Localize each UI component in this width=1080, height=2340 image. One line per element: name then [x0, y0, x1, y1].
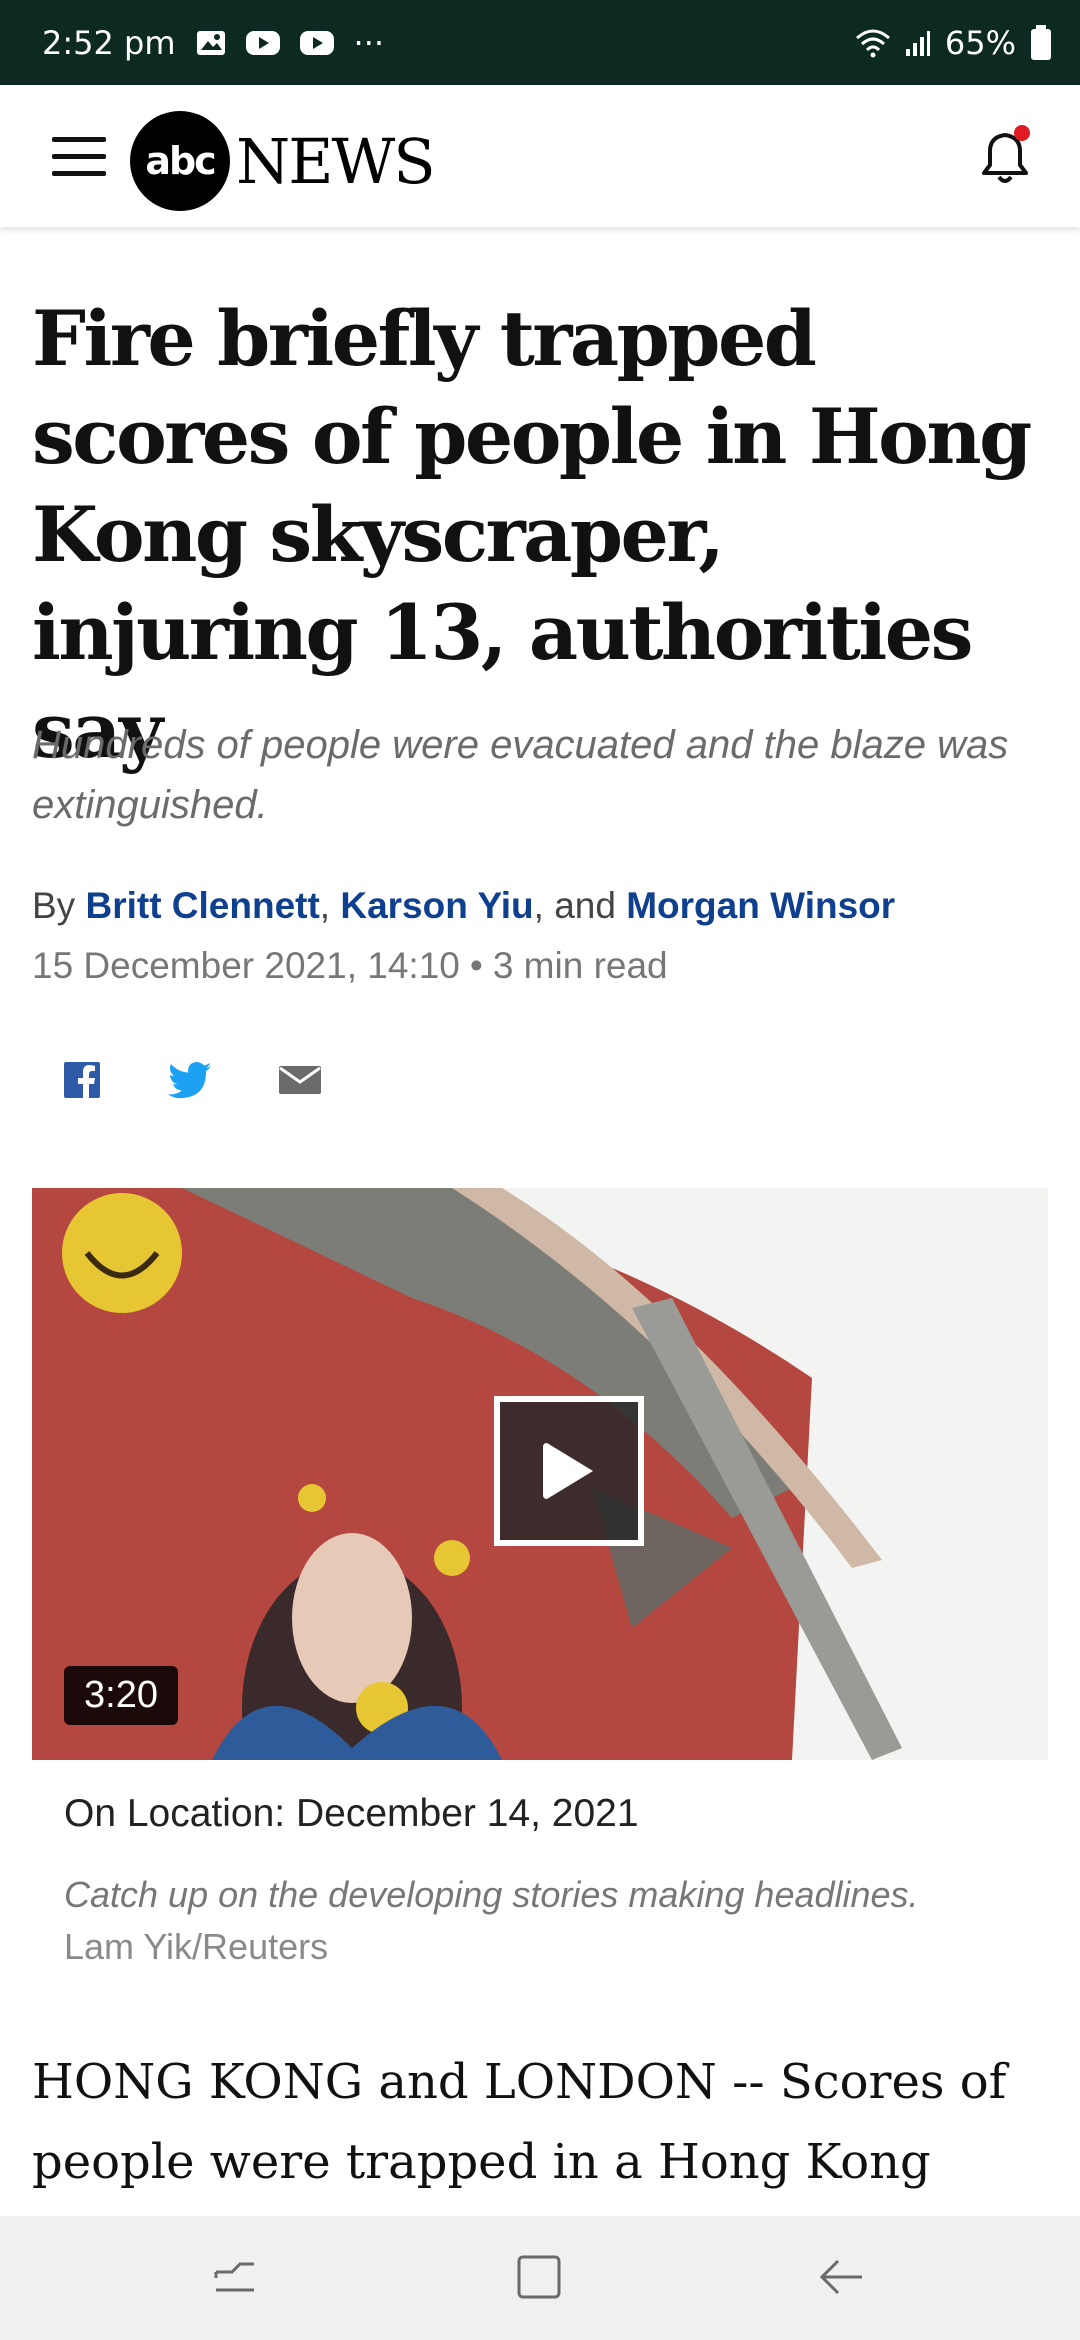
byline-separator: ,	[319, 885, 341, 926]
youtube-icon	[245, 30, 280, 56]
byline-prefix: By	[32, 885, 86, 926]
author-link-morgan-winsor[interactable]: Morgan Winsor	[626, 885, 895, 926]
dateline-dot: •	[469, 945, 483, 986]
battery-icon	[1030, 24, 1052, 61]
notification-bell-icon[interactable]	[970, 121, 1040, 191]
play-button[interactable]	[494, 1396, 644, 1546]
gallery-icon	[196, 30, 226, 56]
byline: By Britt Clennett, Karson Yiu, and Morga…	[32, 885, 895, 927]
video-duration: 3:20	[64, 1666, 178, 1725]
signal-icon	[905, 29, 931, 57]
email-icon[interactable]	[278, 1065, 322, 1095]
author-link-karson-yiu[interactable]: Karson Yiu	[340, 885, 533, 926]
system-nav-bar	[0, 2216, 1080, 2340]
logo-news: NEWS	[236, 124, 436, 198]
menu-icon[interactable]	[52, 137, 106, 177]
facebook-icon[interactable]	[62, 1060, 102, 1100]
dateline: 15 December 2021, 14:10 • 3 min read	[32, 945, 668, 987]
back-icon[interactable]	[816, 2252, 866, 2307]
notification-dot	[1014, 125, 1030, 141]
status-bar: 2:52 pm ··· 65%	[0, 0, 1080, 85]
video-player[interactable]: 3:20	[32, 1188, 1048, 1760]
article-body: HONG KONG and LONDON -- Scores of people…	[32, 2054, 1007, 2190]
battery-percent: 65%	[944, 23, 1016, 62]
article-headline: Fire briefly trapped scores of people in…	[32, 294, 1032, 775]
home-icon[interactable]	[514, 2252, 564, 2307]
article-subhead: Hundreds of people were evacuated and th…	[32, 723, 1009, 827]
read-time: 3 min read	[492, 945, 668, 986]
byline-separator-and: , and	[533, 885, 627, 926]
play-icon	[543, 1443, 593, 1499]
wifi-icon	[855, 28, 891, 58]
author-link-britt-clennett[interactable]: Britt Clennett	[85, 885, 319, 926]
video-description: Catch up on the developing stories makin…	[64, 1874, 919, 1915]
more-notifications-icon: ···	[353, 23, 385, 62]
youtube-icon-2	[299, 30, 334, 56]
abc-news-logo[interactable]: abc NEWS	[130, 111, 436, 211]
video-title[interactable]: On Location: December 14, 2021	[64, 1792, 639, 1836]
twitter-icon[interactable]	[168, 1061, 212, 1099]
recent-apps-icon[interactable]	[210, 2252, 260, 2307]
status-time: 2:52 pm	[42, 23, 176, 62]
publish-date: 15 December 2021, 14:10	[32, 945, 460, 986]
app-header: abc NEWS	[0, 85, 1080, 227]
logo-abc: abc	[130, 111, 230, 211]
photo-credit: Lam Yik/Reuters	[64, 1926, 329, 1967]
share-bar	[62, 1060, 322, 1100]
